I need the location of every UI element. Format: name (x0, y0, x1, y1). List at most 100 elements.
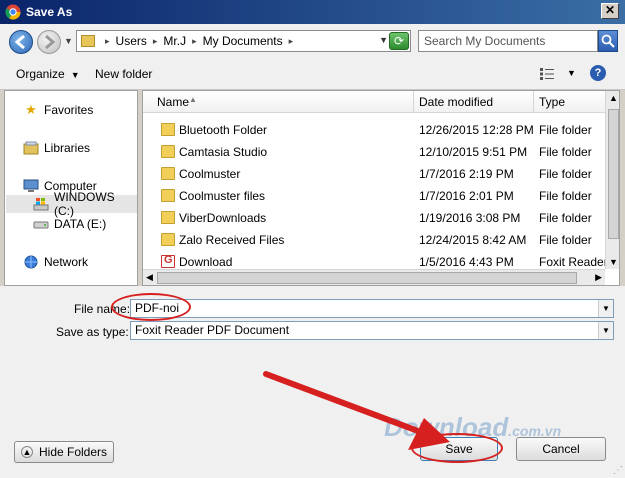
chevron-icon[interactable]: ▸ (105, 36, 110, 47)
back-arrow-icon (14, 34, 25, 50)
refresh-button[interactable]: ⟳ (389, 32, 409, 50)
breadcrumb-user[interactable]: Mr.J (163, 34, 186, 48)
file-date: 12/24/2015 8:42 AM (419, 233, 527, 247)
search-button[interactable] (598, 30, 618, 52)
file-name: Camtasia Studio (179, 145, 268, 159)
address-bar[interactable]: ▸ Users ▸ Mr.J ▸ My Documents ▸ ▼ (76, 30, 411, 52)
nav-item-libraries[interactable]: Libraries (23, 139, 90, 157)
file-row[interactable]: Bluetooth Folder 12/26/2015 12:28 PM Fil… (143, 119, 605, 141)
file-name: Zalo Received Files (179, 233, 285, 247)
save-type-select[interactable]: Foxit Reader PDF Document ▼ (130, 321, 614, 340)
column-header-date[interactable]: Date modified (419, 95, 493, 109)
window-title: Save As (26, 5, 73, 19)
file-name: Bluetooth Folder (179, 123, 268, 137)
folder-icon (161, 211, 175, 224)
organize-menu[interactable]: Organize ▼ (16, 67, 80, 81)
back-button[interactable] (9, 30, 33, 54)
file-row[interactable]: Coolmuster files 1/7/2016 2:01 PM File f… (143, 185, 605, 207)
file-type: Foxit Reader I (539, 255, 615, 269)
computer-icon (23, 179, 39, 193)
scroll-up-icon[interactable]: ▲ (609, 93, 618, 103)
recent-locations-dropdown[interactable]: ▼ (64, 36, 73, 46)
address-dropdown-icon[interactable]: ▼ (379, 35, 388, 45)
folder-icon (161, 167, 175, 180)
file-type: File folder (539, 145, 592, 159)
file-list: Name ▲ Date modified Type Bluetooth Fold… (142, 90, 620, 286)
scroll-right-icon[interactable]: ▶ (595, 272, 602, 283)
save-type-label: Save as type: (56, 325, 129, 339)
file-type: File folder (539, 123, 592, 137)
forward-button[interactable] (37, 30, 61, 54)
file-date: 1/19/2016 3:08 PM (419, 211, 521, 225)
cancel-button[interactable]: Cancel (516, 437, 606, 461)
folder-icon (81, 35, 95, 47)
chevron-icon[interactable]: ▸ (289, 36, 294, 47)
drive-icon (33, 217, 49, 231)
file-row[interactable]: ViberDownloads 1/19/2016 3:08 PM File fo… (143, 207, 605, 229)
file-row[interactable]: Zalo Received Files 12/24/2015 8:42 AM F… (143, 229, 605, 251)
file-name: Coolmuster (179, 167, 241, 181)
horizontal-scrollbar[interactable]: ◀ ▶ (143, 269, 605, 285)
close-button[interactable]: ✕ (601, 3, 619, 19)
file-name: Download (179, 255, 233, 269)
search-icon (601, 34, 615, 48)
folder-icon (161, 233, 175, 246)
search-input[interactable]: Search My Documents (418, 30, 598, 52)
views-icon[interactable] (539, 67, 555, 81)
libraries-icon (23, 141, 39, 155)
file-list-header: Name ▲ Date modified Type (143, 91, 605, 113)
chevron-icon[interactable]: ▸ (153, 36, 158, 47)
star-icon: ★ (25, 102, 37, 117)
resize-grip-icon[interactable]: ⋰ (613, 465, 623, 476)
toolbar: Organize ▼ New folder ▼ ? (0, 58, 625, 90)
breadcrumb-users[interactable]: Users (116, 34, 147, 48)
file-date: 1/7/2016 2:19 PM (419, 167, 514, 181)
chevron-icon[interactable]: ▸ (192, 36, 197, 47)
title-bar: Save As ✕ (0, 0, 625, 24)
hide-folders-button[interactable]: ▲ Hide Folders (14, 441, 115, 463)
column-header-type[interactable]: Type (539, 95, 565, 109)
nav-item-label: WINDOWS (C:) (54, 190, 115, 218)
file-type: File folder (539, 167, 592, 181)
column-header-name[interactable]: Name (157, 95, 189, 109)
forward-arrow-icon (45, 34, 56, 50)
pdf-file-icon (161, 254, 175, 268)
file-type: File folder (539, 233, 592, 247)
file-date: 12/26/2015 12:28 PM (419, 123, 534, 137)
network-icon (23, 255, 39, 269)
nav-item-windows-drive[interactable]: WINDOWS (C:) (6, 190, 137, 218)
file-name-input[interactable]: PDF-noi ▼ (130, 299, 614, 318)
chevron-down-icon[interactable]: ▼ (598, 322, 613, 339)
sort-ascending-icon: ▲ (189, 95, 197, 104)
file-row[interactable]: Camtasia Studio 12/10/2015 9:51 PM File … (143, 141, 605, 163)
scroll-down-icon[interactable]: ▼ (609, 257, 618, 267)
file-type: File folder (539, 211, 592, 225)
nav-item-favorites[interactable]: ★ Favorites (23, 101, 93, 119)
save-type-value: Foxit Reader PDF Document (135, 323, 290, 337)
column-divider[interactable] (533, 91, 534, 113)
nav-item-data-drive[interactable]: DATA (E:) (33, 215, 106, 233)
file-name: Coolmuster files (179, 189, 266, 203)
file-type: File folder (539, 189, 592, 203)
nav-item-label: Favorites (44, 103, 94, 117)
nav-item-label: Network (44, 255, 89, 269)
new-folder-button[interactable]: New folder (95, 67, 152, 81)
nav-item-label: Libraries (44, 141, 91, 155)
column-divider[interactable] (413, 91, 414, 113)
vertical-scrollbar[interactable]: ▲ ▼ (605, 91, 619, 269)
chevron-up-icon: ▲ (21, 446, 33, 458)
refresh-icon: ⟳ (393, 34, 405, 48)
folder-icon (161, 189, 175, 202)
views-dropdown-icon[interactable]: ▼ (567, 68, 576, 78)
file-row[interactable]: Coolmuster 1/7/2016 2:19 PM File folder (143, 163, 605, 185)
nav-item-network[interactable]: Network (23, 253, 88, 271)
file-date: 1/7/2016 2:01 PM (419, 189, 514, 203)
chevron-down-icon[interactable]: ▼ (598, 300, 613, 317)
address-row: ▼ ▸ Users ▸ Mr.J ▸ My Documents ▸ ▼ ⟳ Se… (0, 24, 625, 58)
scrollbar-thumb[interactable] (608, 109, 619, 239)
navigation-pane: ★ Favorites Libraries Computer WINDOWS (… (4, 90, 138, 286)
help-button[interactable]: ? (590, 65, 606, 81)
breadcrumb-my-documents[interactable]: My Documents (203, 34, 283, 48)
scrollbar-thumb[interactable] (157, 272, 577, 284)
scroll-left-icon[interactable]: ◀ (146, 272, 153, 283)
